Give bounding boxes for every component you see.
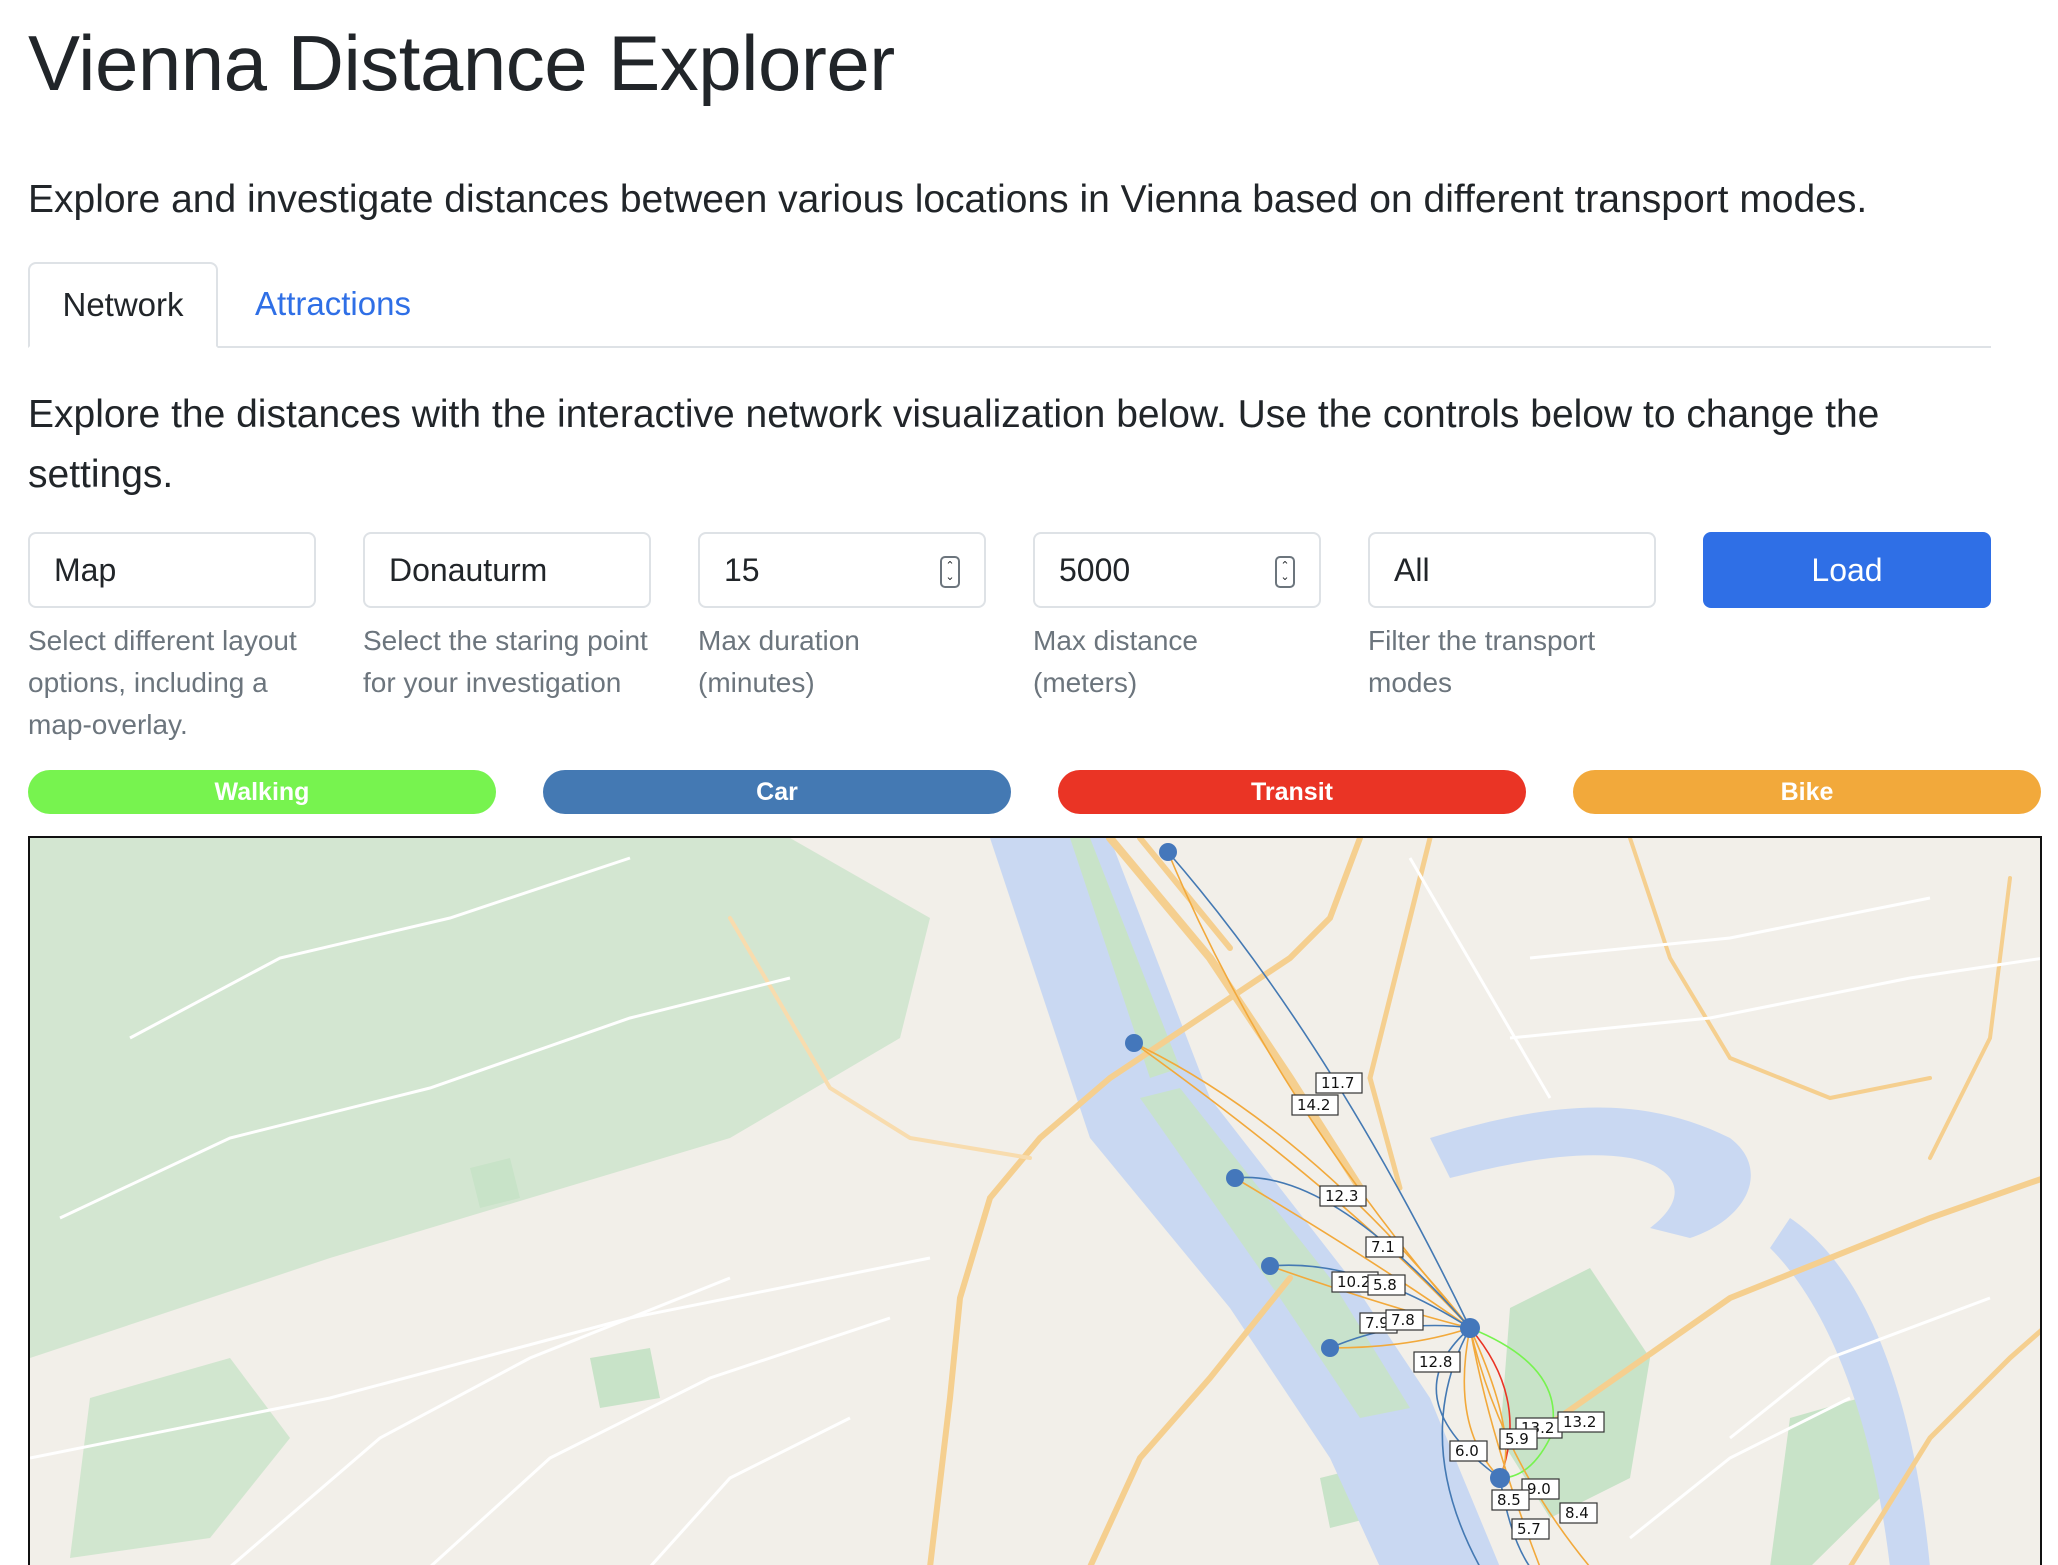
svg-text:12.8: 12.8 — [1419, 1353, 1452, 1371]
edge-label: 12.3 — [1319, 1185, 1367, 1207]
network-node[interactable] — [1125, 1034, 1143, 1052]
load-button[interactable]: Load — [1703, 532, 1991, 608]
svg-text:10.2: 10.2 — [1337, 1273, 1370, 1291]
page-title: Vienna Distance Explorer — [28, 19, 895, 107]
svg-text:6.0: 6.0 — [1455, 1442, 1479, 1460]
svg-text:9.0: 9.0 — [1527, 1480, 1551, 1498]
layout-select[interactable]: Map — [28, 532, 316, 608]
svg-text:8.5: 8.5 — [1497, 1491, 1521, 1509]
max-duration-help: Max duration (minutes) — [698, 625, 860, 698]
edge-label: 8.5 — [1491, 1489, 1530, 1511]
svg-text:14.2: 14.2 — [1297, 1096, 1330, 1114]
page-lead: Explore and investigate distances betwee… — [28, 178, 1868, 221]
edge-label: 6.0 — [1449, 1440, 1488, 1462]
tab-attractions[interactable]: Attractions — [218, 262, 448, 346]
edge-label: 12.8 — [1413, 1351, 1461, 1373]
max-distance-input[interactable]: 5000 ⌃ ⌄ — [1033, 532, 1321, 608]
map-parks — [30, 838, 1880, 1565]
network-node[interactable] — [1261, 1257, 1279, 1275]
legend-bike[interactable]: Bike — [1573, 770, 2041, 814]
intro-text: Explore the distances with the interacti… — [28, 393, 1880, 496]
network-node[interactable] — [1321, 1339, 1339, 1357]
layout-help: Select different layout options, includi… — [28, 625, 297, 740]
tab-network[interactable]: Network — [28, 262, 218, 348]
edge-label: 13.2 — [1557, 1411, 1605, 1433]
chevron-down-icon[interactable]: ⌄ — [945, 572, 954, 583]
svg-text:5.7: 5.7 — [1517, 1520, 1541, 1538]
network-map[interactable]: 11.7 14.2 12.3 7.1 10.2 5.8 7.9 7.8 12.8 13.2 13.2… — [28, 836, 2042, 1565]
svg-text:7.9: 7.9 — [1365, 1314, 1389, 1332]
network-node[interactable] — [1226, 1169, 1244, 1187]
edge-label: 5.7 — [1511, 1518, 1550, 1540]
legend-car[interactable]: Car — [543, 770, 1011, 814]
svg-text:11.7: 11.7 — [1321, 1074, 1354, 1092]
max-duration-stepper[interactable]: ⌃ ⌄ — [940, 556, 960, 588]
transport-mode-help: Filter the transport modes — [1368, 625, 1596, 698]
network-node[interactable] — [1490, 1468, 1510, 1488]
tab-bar: Network Attractions — [28, 262, 1991, 348]
max-distance-stepper[interactable]: ⌃ ⌄ — [1275, 556, 1295, 588]
max-distance-value: 5000 — [1059, 551, 1131, 588]
svg-text:7.1: 7.1 — [1371, 1238, 1395, 1256]
svg-text:5.9: 5.9 — [1505, 1430, 1529, 1448]
start-point-select[interactable]: Donauturm — [363, 532, 651, 608]
max-distance-help: Max distance (meters) — [1033, 625, 1198, 698]
svg-text:13.2: 13.2 — [1563, 1413, 1596, 1431]
edge-label: 7.8 — [1385, 1309, 1424, 1331]
chevron-down-icon[interactable]: ⌄ — [1280, 572, 1289, 583]
transport-mode-value: All — [1394, 551, 1430, 588]
network-node-start[interactable] — [1460, 1318, 1480, 1338]
max-duration-input[interactable]: 15 ⌃ ⌄ — [698, 532, 986, 608]
edge-label: 14.2 — [1291, 1094, 1339, 1116]
legend-walking[interactable]: Walking — [28, 770, 496, 814]
svg-text:7.8: 7.8 — [1391, 1311, 1415, 1329]
svg-text:5.8: 5.8 — [1373, 1276, 1397, 1294]
legend-transit[interactable]: Transit — [1058, 770, 1526, 814]
start-point-value: Donauturm — [389, 551, 548, 588]
start-point-help: Select the staring point for your invest… — [363, 625, 648, 698]
edge-label: 8.4 — [1559, 1502, 1598, 1524]
layout-select-value: Map — [54, 551, 117, 588]
edge-label: 5.9 — [1499, 1428, 1538, 1450]
transport-mode-select[interactable]: All — [1368, 532, 1656, 608]
max-duration-value: 15 — [724, 551, 760, 588]
svg-text:12.3: 12.3 — [1325, 1187, 1358, 1205]
map-canvas[interactable]: 11.714.212.37.110.2 5.87.9 7.812.813.2 13.2… — [30, 838, 2042, 1565]
edge-label: 11.7 — [1315, 1072, 1363, 1094]
network-node[interactable] — [1159, 843, 1177, 861]
edge-label: 5.8 — [1367, 1274, 1406, 1296]
edge-label: 7.1 — [1365, 1236, 1404, 1258]
svg-text:8.4: 8.4 — [1565, 1504, 1589, 1522]
